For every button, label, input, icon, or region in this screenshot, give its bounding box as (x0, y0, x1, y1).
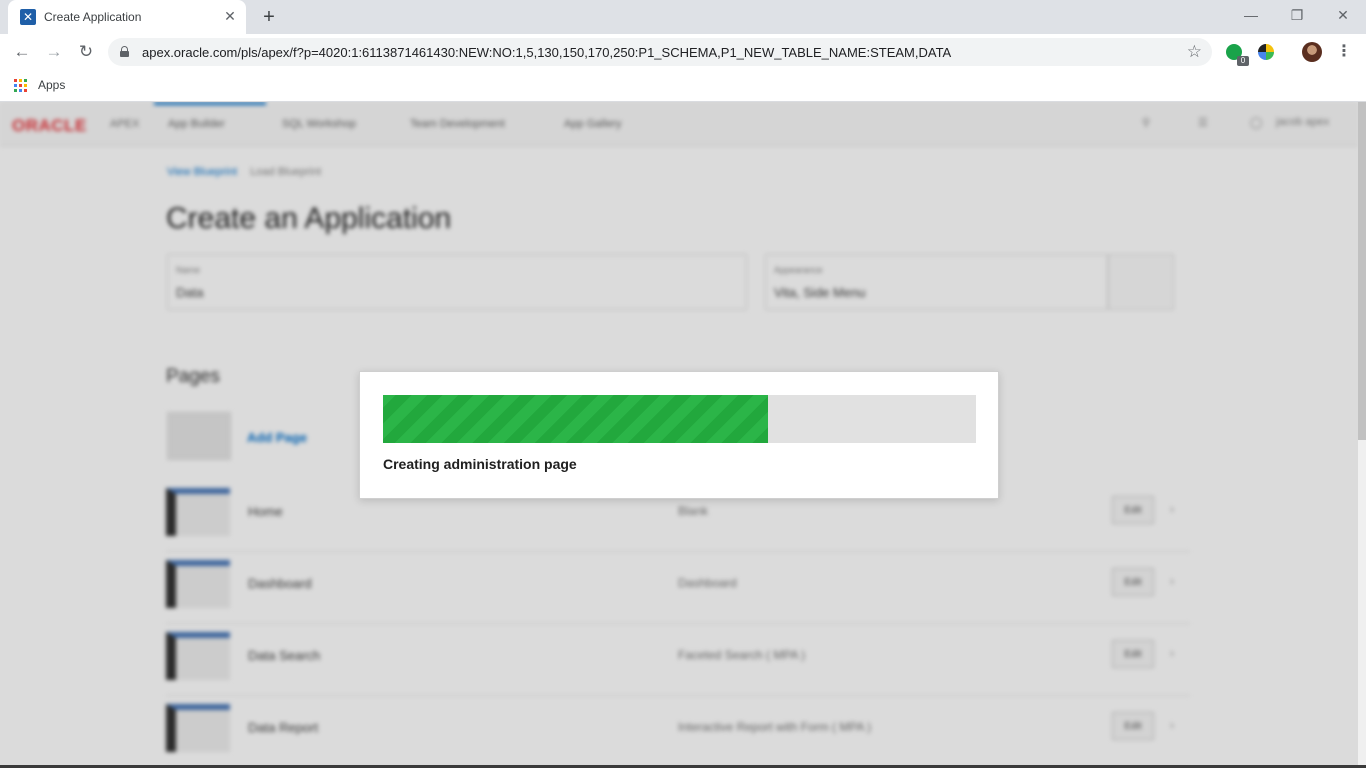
reload-icon[interactable]: ↻ (74, 40, 98, 64)
forward-icon[interactable]: → (42, 40, 66, 64)
address-bar[interactable]: apex.oracle.com/pls/apex/f?p=4020:1:6113… (108, 38, 1212, 66)
browser-tab[interactable]: ✕ Create Application ✕ (8, 0, 246, 34)
apps-icon[interactable] (14, 79, 28, 93)
close-window-icon[interactable]: ✕ (1328, 4, 1358, 26)
back-icon[interactable]: ← (10, 40, 34, 64)
minimize-icon[interactable]: — (1236, 4, 1266, 26)
restore-icon[interactable]: ❐ (1282, 4, 1312, 26)
profile-avatar[interactable] (1302, 42, 1322, 62)
new-tab-icon[interactable]: + (258, 6, 280, 28)
progress-bar (383, 395, 976, 443)
tab-strip: ✕ Create Application ✕ + — ❐ ✕ (0, 0, 1366, 34)
tab-title: Create Application (44, 10, 142, 24)
apps-bookmark[interactable]: Apps (38, 78, 65, 92)
lock-icon (120, 46, 129, 57)
progress-dialog: Creating administration page (359, 371, 999, 499)
close-tab-icon[interactable]: ✕ (222, 8, 238, 24)
bookmarks-bar: Apps (0, 70, 1366, 102)
star-icon[interactable]: ☆ (1187, 42, 1202, 62)
menu-icon[interactable]: ⋮ (1336, 42, 1352, 62)
browser-toolbar: ← → ↻ apex.oracle.com/pls/apex/f?p=4020:… (0, 34, 1366, 70)
extension-badge: 0 (1237, 56, 1249, 66)
apex-favicon-icon: ✕ (20, 9, 36, 25)
scrollbar-thumb[interactable] (1358, 102, 1366, 440)
globe-extension-icon[interactable] (1258, 44, 1274, 60)
progress-message: Creating administration page (383, 456, 577, 472)
progress-bar-fill (383, 395, 769, 443)
url-text[interactable]: apex.oracle.com/pls/apex/f?p=4020:1:6113… (142, 45, 951, 60)
